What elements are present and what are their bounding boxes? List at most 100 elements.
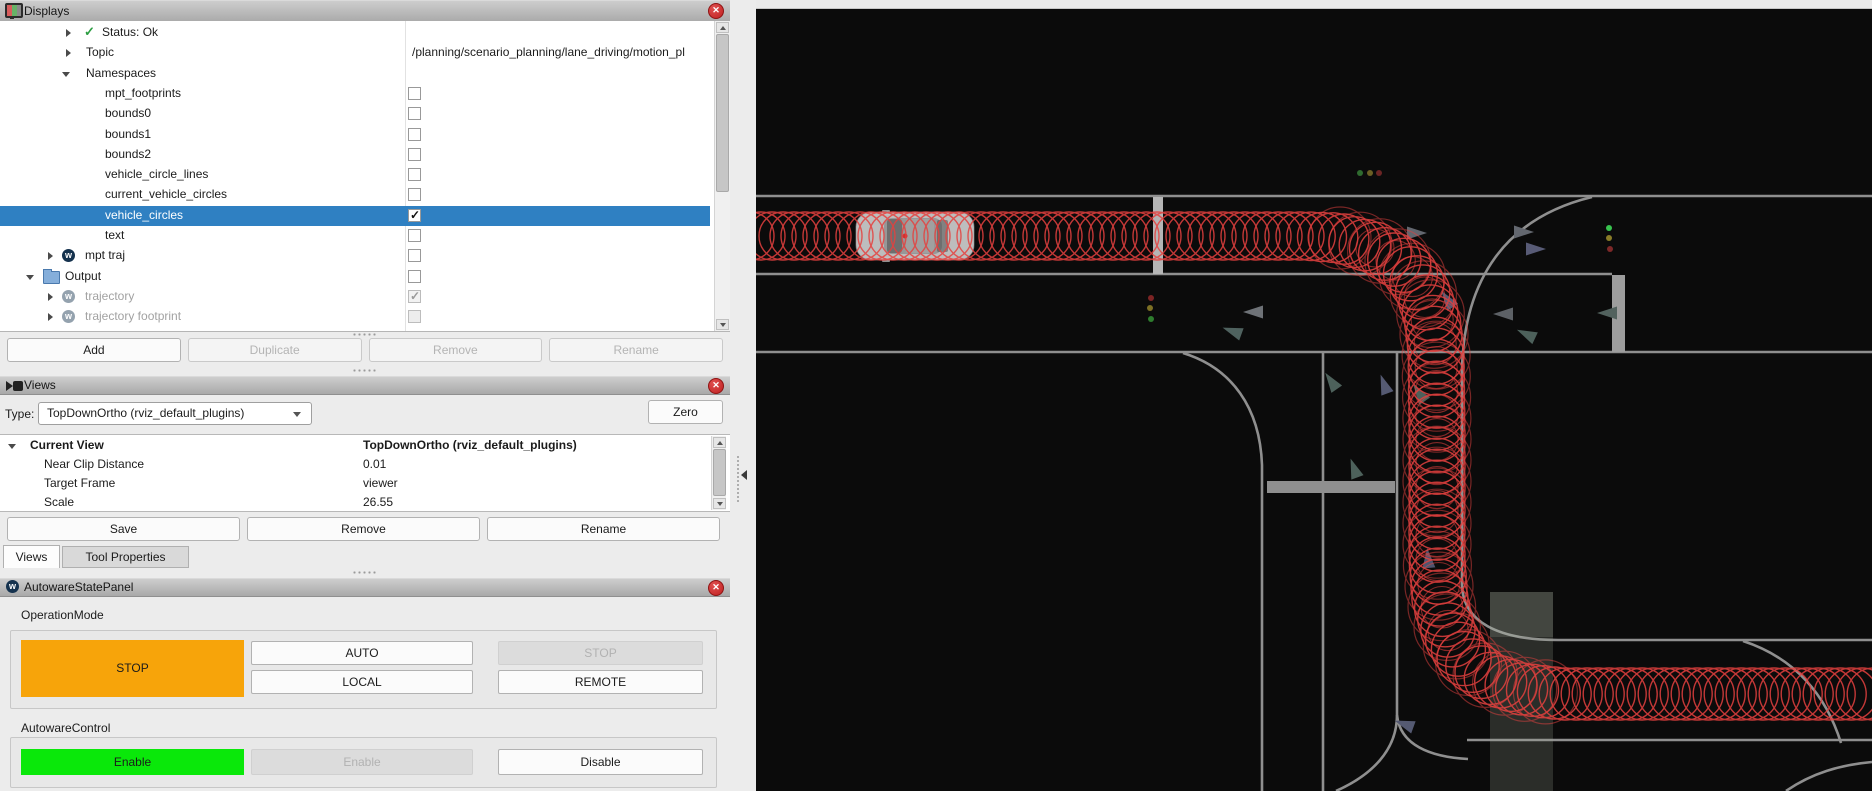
views-close-icon[interactable]: ✕ — [708, 378, 724, 394]
view-type-value: TopDownOrtho (rviz_default_plugins) — [47, 406, 244, 420]
views-buttons: Save Remove Rename — [7, 517, 720, 541]
zero-button[interactable]: Zero — [648, 400, 723, 424]
tree-row-label: Topic — [86, 45, 114, 59]
views-panel-titlebar: Views ✕ — [0, 376, 730, 395]
current-view-properties[interactable]: Current View TopDownOrtho (rviz_default_p… — [0, 434, 730, 512]
collapse-icon[interactable] — [8, 444, 16, 449]
tree-row-current-vehicle-circles[interactable]: current_vehicle_circles — [0, 185, 710, 205]
panel-splitter[interactable] — [730, 0, 756, 791]
tree-row-checkbox[interactable] — [408, 148, 421, 161]
view-type-dropdown[interactable]: TopDownOrtho (rviz_default_plugins) — [38, 402, 312, 425]
property-row-target-frame[interactable]: Target Frameviewer — [0, 475, 710, 494]
resize-handle[interactable] — [352, 571, 378, 574]
tree-row-bounds1[interactable]: bounds1 — [0, 125, 710, 145]
collapse-icon[interactable] — [26, 275, 34, 280]
tree-row-checkbox[interactable] — [408, 270, 421, 283]
tree-row-checkbox[interactable] — [408, 188, 421, 201]
displays-close-icon[interactable]: ✕ — [708, 3, 724, 19]
property-value[interactable]: viewer — [363, 476, 398, 490]
tree-row-status-ok[interactable]: ✓Status: Ok — [0, 23, 710, 43]
operation-mode-label: OperationMode — [21, 608, 104, 622]
expand-icon[interactable] — [48, 293, 53, 301]
autoware-panel-titlebar: w AutowareStatePanel ✕ — [0, 578, 730, 597]
views-rename-button[interactable]: Rename — [487, 517, 720, 541]
displays-duplicate-button: Duplicate — [188, 338, 362, 362]
tree-row-checkbox[interactable] — [408, 249, 421, 262]
property-value[interactable]: TopDownOrtho (rviz_default_plugins) — [363, 438, 577, 452]
scroll-up-icon[interactable] — [713, 437, 726, 448]
tree-row-topic[interactable]: Topic/planning/scenario_planning/lane_dr… — [0, 43, 710, 63]
tree-row-checkbox[interactable] — [408, 87, 421, 100]
collapse-icon[interactable] — [62, 72, 70, 77]
tree-row-mpt-traj[interactable]: wmpt traj — [0, 246, 710, 266]
tree-row-vehicle-circles[interactable]: vehicle_circles — [0, 206, 710, 226]
splitter-dots — [737, 455, 739, 503]
remote-mode-button[interactable]: REMOTE — [498, 670, 703, 694]
scroll-down-icon[interactable] — [716, 319, 729, 330]
tree-row-checkbox[interactable] — [408, 290, 421, 303]
traffic-light-dot — [1376, 170, 1382, 176]
property-value[interactable]: 26.55 — [363, 495, 393, 509]
property-row-scale[interactable]: Scale26.55 — [0, 494, 710, 512]
tree-row-text[interactable]: text — [0, 226, 710, 246]
property-row-near-clip-distance[interactable]: Near Clip Distance 0.01 — [0, 456, 710, 475]
displays-add-button[interactable]: Add — [7, 338, 181, 362]
expand-icon[interactable] — [48, 313, 53, 321]
local-mode-button[interactable]: LOCAL — [251, 670, 473, 694]
tree-row-checkbox[interactable] — [408, 209, 421, 222]
tree-row-label: trajectory footprint — [85, 309, 181, 323]
view-props-scrollbar-thumb[interactable] — [713, 449, 726, 496]
lane-direction-arrow-icon — [1344, 456, 1363, 479]
tree-row-mpt-footprints[interactable]: mpt_footprints — [0, 84, 710, 104]
tree-row-vehicle-circle-lines[interactable]: vehicle_circle_lines — [0, 165, 710, 185]
tree-row-checkbox[interactable] — [408, 229, 421, 242]
resize-handle[interactable] — [352, 333, 378, 336]
scroll-up-icon[interactable] — [716, 22, 729, 33]
traffic-light-dot — [1367, 170, 1373, 176]
tree-row-checkbox[interactable] — [408, 310, 421, 323]
tree-row-bounds2[interactable]: bounds2 — [0, 145, 710, 165]
disable-control-button[interactable]: Disable — [498, 749, 703, 775]
displays-scrollbar-thumb[interactable] — [716, 34, 729, 192]
enable-control-active-button[interactable]: Enable — [21, 749, 244, 775]
property-value[interactable]: 0.01 — [363, 457, 386, 471]
tree-row-label: vehicle_circles — [105, 208, 183, 222]
views-remove-button[interactable]: Remove — [247, 517, 480, 541]
topic-value[interactable]: /planning/scenario_planning/lane_driving… — [412, 45, 708, 59]
tab-tool-properties[interactable]: Tool Properties — [62, 546, 189, 568]
property-name: Near Clip Distance — [44, 457, 144, 471]
traffic-light-dot — [1607, 246, 1613, 252]
building-roof — [1490, 592, 1553, 637]
autoware-close-icon[interactable]: ✕ — [708, 580, 724, 596]
displays-remove-button: Remove — [369, 338, 543, 362]
tree-row-checkbox[interactable] — [408, 128, 421, 141]
auto-mode-button[interactable]: AUTO — [251, 641, 473, 665]
stop-mode-active-button[interactable]: STOP — [21, 640, 244, 697]
displays-tree[interactable]: ✓Status: OkTopic/planning/scenario_plann… — [0, 21, 730, 332]
property-name: Current View — [30, 438, 104, 452]
tree-row-output[interactable]: Output — [0, 267, 710, 287]
tree-row-trajectory-footprint[interactable]: wtrajectory footprint — [0, 307, 710, 327]
expand-icon[interactable] — [66, 29, 71, 37]
render-viewport[interactable] — [756, 0, 1872, 791]
stop-line — [1267, 481, 1395, 493]
expand-icon[interactable] — [66, 49, 71, 57]
scroll-down-icon[interactable] — [713, 498, 726, 509]
views-save-button[interactable]: Save — [7, 517, 240, 541]
scene-canvas[interactable] — [756, 8, 1872, 791]
collapse-left-icon[interactable] — [741, 470, 747, 480]
resize-handle[interactable] — [352, 369, 378, 372]
expand-icon[interactable] — [48, 252, 53, 260]
property-row-current-view[interactable]: Current View TopDownOrtho (rviz_default_p… — [0, 437, 710, 456]
displays-scrollbar[interactable] — [714, 21, 730, 331]
tab-views[interactable]: Views — [3, 545, 60, 568]
tree-row-label: bounds0 — [105, 106, 151, 120]
tree-row-trajectory[interactable]: wtrajectory — [0, 287, 710, 307]
view-props-scrollbar[interactable] — [711, 436, 726, 510]
tree-row-bounds0[interactable]: bounds0 — [0, 104, 710, 124]
tree-row-namespaces[interactable]: Namespaces — [0, 64, 710, 84]
tree-row-checkbox[interactable] — [408, 107, 421, 120]
displays-panel-title: Displays — [24, 4, 69, 18]
status-ok-icon: ✓ — [84, 24, 95, 40]
tree-row-checkbox[interactable] — [408, 168, 421, 181]
